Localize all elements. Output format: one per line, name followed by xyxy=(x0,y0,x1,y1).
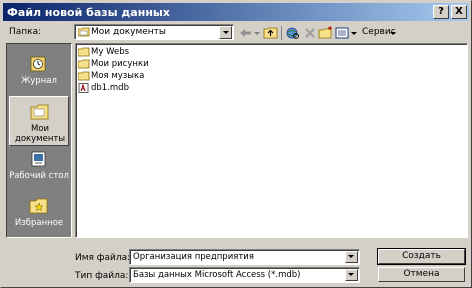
folder-icon xyxy=(78,47,90,56)
places-item-favorites[interactable]: Избранное xyxy=(9,191,69,241)
close-label: X xyxy=(455,6,463,17)
places-item-desktop[interactable]: Рабочий стол xyxy=(9,144,69,194)
create-label: Создать xyxy=(402,251,441,261)
views-dropdown-icon[interactable] xyxy=(350,26,358,40)
help-button[interactable]: ? xyxy=(433,5,449,19)
file-dialog-window: Файл новой базы данных ? X Папка: Мои до… xyxy=(0,0,472,288)
folder-dropdown-arrow[interactable] xyxy=(219,26,232,39)
places-item-label: Рабочий стол xyxy=(9,171,69,181)
views-icon[interactable] xyxy=(335,26,351,40)
access-db-icon xyxy=(78,82,89,93)
file-name: My Webs xyxy=(91,46,130,57)
back-icon[interactable] xyxy=(238,26,254,40)
file-name: Мои рисунки xyxy=(91,58,149,69)
places-item-label: Журнал xyxy=(21,76,57,86)
folder-label: Папка: xyxy=(9,27,42,37)
filename-label: Имя файла: xyxy=(75,253,131,263)
create-button[interactable]: Создать xyxy=(377,248,466,265)
places-item-label: Избранное xyxy=(14,218,64,228)
title-bar[interactable]: Файл новой базы данных ? X xyxy=(3,3,469,21)
file-name: Моя музыка xyxy=(91,70,145,81)
folder-icon xyxy=(78,71,90,80)
toolbar-separator xyxy=(281,26,282,40)
history-icon xyxy=(30,56,46,72)
filetype-dropdown-arrow[interactable] xyxy=(345,269,358,281)
my-documents-small-icon xyxy=(78,27,90,37)
list-item[interactable]: My Webs xyxy=(78,46,129,57)
window-title: Файл новой базы данных xyxy=(7,5,170,19)
new-folder-icon[interactable] xyxy=(318,26,334,40)
chevron-down-icon xyxy=(348,255,354,258)
close-button[interactable]: X xyxy=(451,5,467,19)
help-label: ? xyxy=(438,6,444,17)
filetype-select[interactable]: Базы данных Microsoft Access (*.mdb) xyxy=(129,267,360,283)
filetype-value: Базы данных Microsoft Access (*.mdb) xyxy=(133,270,301,280)
tools-dropdown-icon[interactable] xyxy=(389,26,397,40)
places-bar: Журнал Мои документы Рабочий стол Избран… xyxy=(6,43,72,238)
places-item-history[interactable]: Журнал xyxy=(9,49,69,99)
file-name: db1.mdb xyxy=(91,82,129,93)
my-documents-folder-icon xyxy=(30,104,49,120)
chevron-down-icon xyxy=(348,273,354,276)
back-dropdown-icon[interactable] xyxy=(253,26,261,40)
filetype-label: Тип файла: xyxy=(75,271,129,281)
cancel-button[interactable]: Отмена xyxy=(378,267,465,282)
places-item-my-documents[interactable]: Мои документы xyxy=(9,96,69,146)
filename-input[interactable]: Организация предприятия xyxy=(129,249,360,265)
desktop-icon xyxy=(31,151,46,167)
folder-combo[interactable]: Мои документы xyxy=(74,24,234,40)
favorites-icon xyxy=(29,198,48,214)
filename-value: Организация предприятия xyxy=(133,252,254,262)
delete-icon[interactable] xyxy=(302,26,318,40)
list-item[interactable]: Мои рисунки xyxy=(78,58,149,69)
cancel-label: Отмена xyxy=(403,269,440,279)
search-web-icon[interactable] xyxy=(285,26,301,40)
folder-value: Мои документы xyxy=(91,27,167,37)
up-folder-icon[interactable] xyxy=(263,26,279,40)
folder-icon xyxy=(78,59,90,68)
list-item[interactable]: Моя музыка xyxy=(78,70,144,81)
places-item-label: Мои документы xyxy=(14,124,66,144)
list-item[interactable]: db1.mdb xyxy=(78,82,129,93)
filename-dropdown-arrow[interactable] xyxy=(345,251,358,263)
file-list[interactable]: My Webs Мои рисунки Моя музыка db1.mdb xyxy=(75,43,468,238)
